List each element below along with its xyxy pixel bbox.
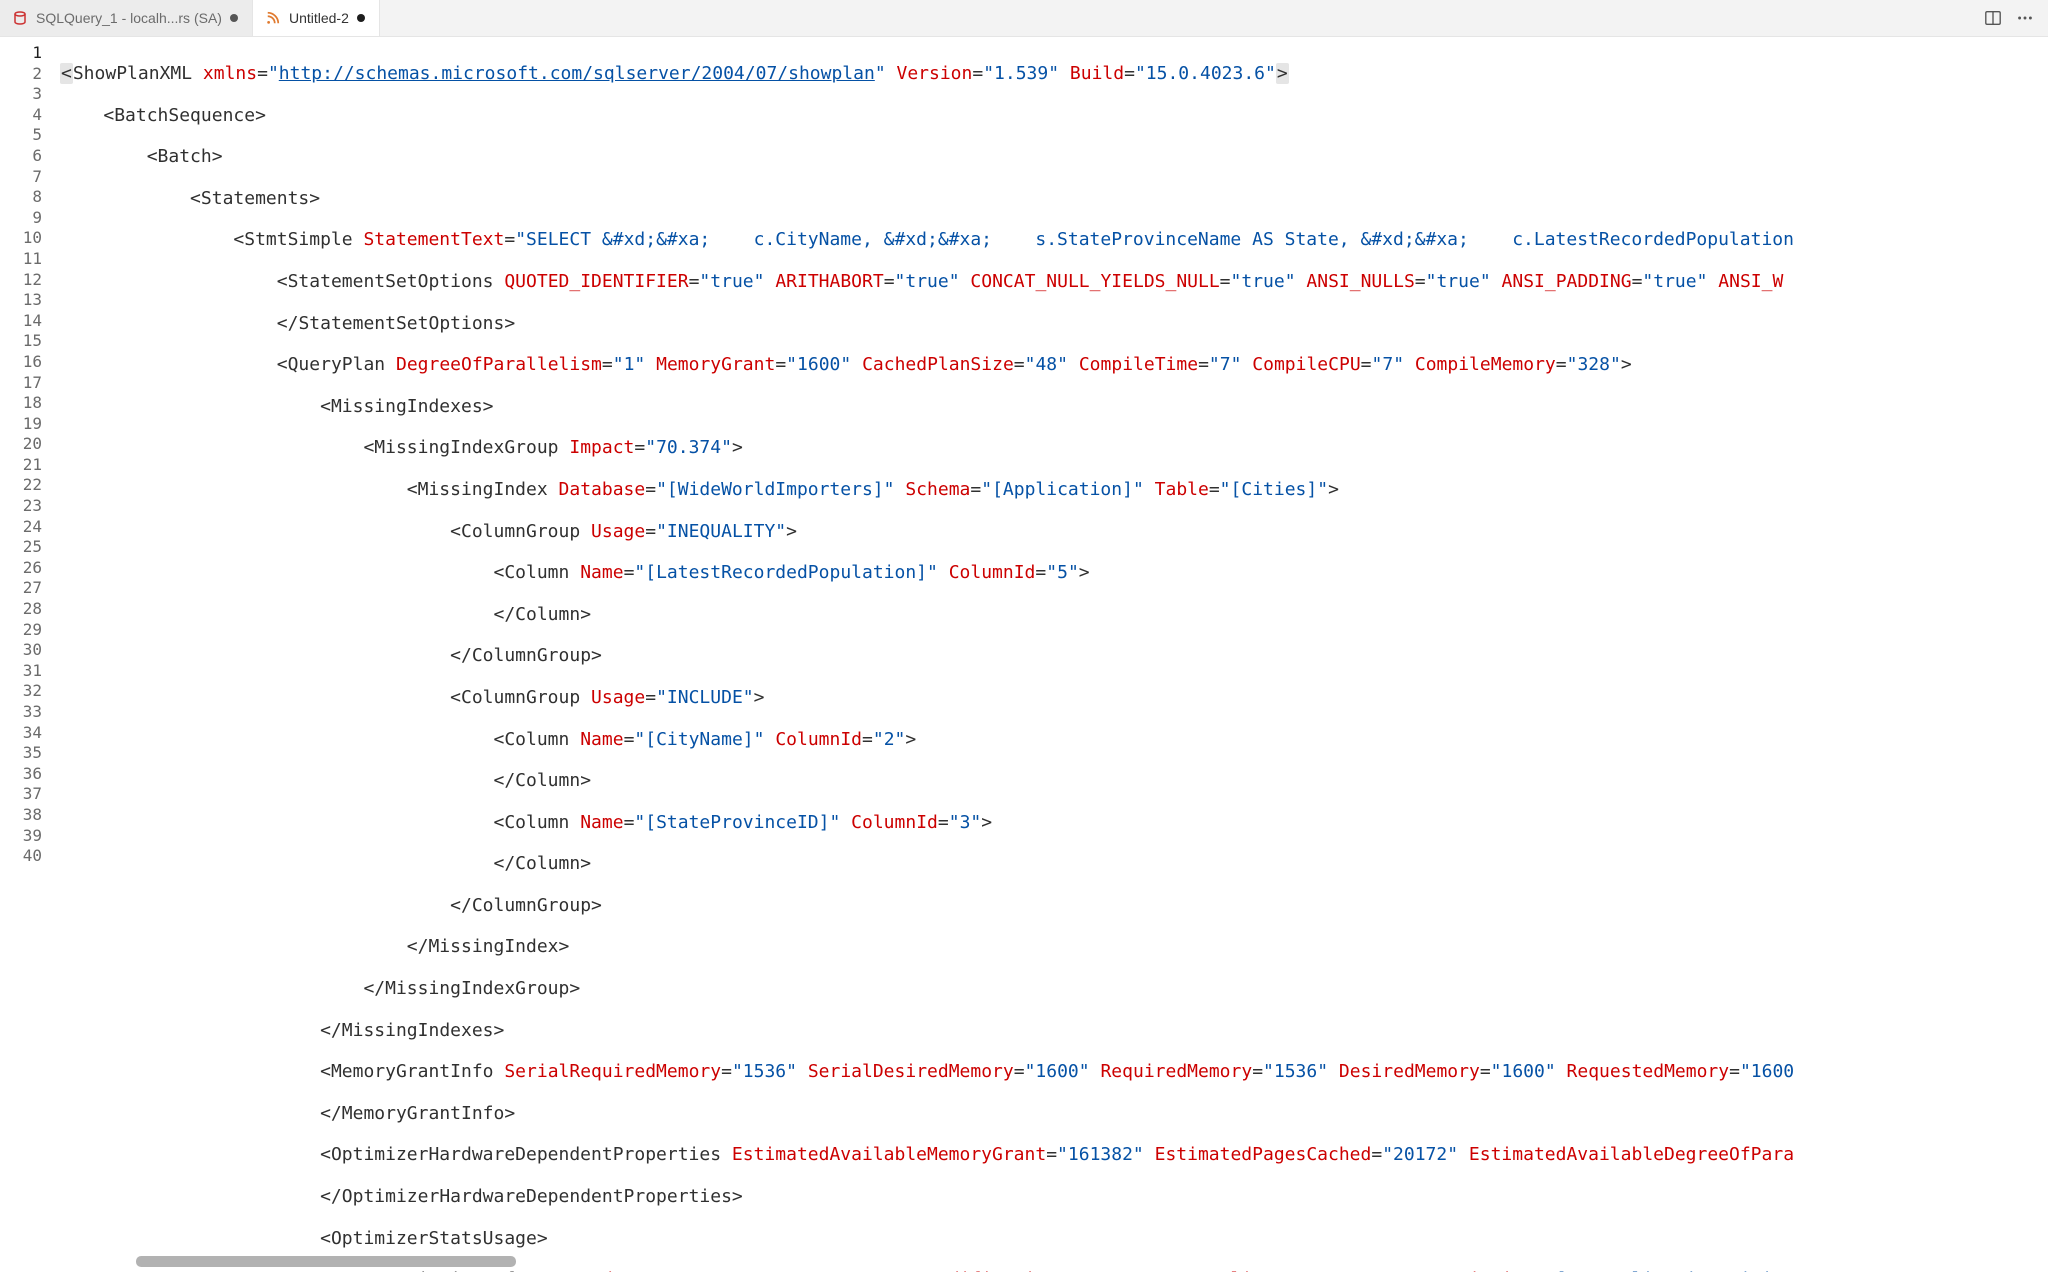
line-number: 24: [0, 517, 60, 538]
line-number: 17: [0, 373, 60, 394]
line-number: 6: [0, 146, 60, 167]
line-number: 19: [0, 414, 60, 435]
tab-sqlquery-1[interactable]: SQLQuery_1 - localh...rs (SA): [0, 0, 253, 36]
dirty-dot-icon: [230, 14, 238, 22]
line-number: 25: [0, 537, 60, 558]
database-icon: [12, 10, 28, 26]
line-number: 31: [0, 661, 60, 682]
line-number: 13: [0, 290, 60, 311]
scroll-thumb[interactable]: [136, 1256, 516, 1267]
code-content[interactable]: <ShowPlanXML xmlns="http://schemas.micro…: [60, 37, 2048, 1272]
rss-icon: [265, 10, 281, 26]
line-number: 35: [0, 743, 60, 764]
line-number: 14: [0, 311, 60, 332]
line-number: 15: [0, 331, 60, 352]
dirty-dot-icon: [357, 14, 365, 22]
line-number: 40: [0, 846, 60, 867]
line-number: 7: [0, 167, 60, 188]
line-number: 1: [0, 43, 60, 64]
line-number: 3: [0, 84, 60, 105]
tab-untitled-2[interactable]: Untitled-2: [253, 0, 380, 36]
line-number: 37: [0, 784, 60, 805]
line-number: 16: [0, 352, 60, 373]
line-number: 29: [0, 620, 60, 641]
line-number: 32: [0, 681, 60, 702]
line-number: 8: [0, 187, 60, 208]
line-number: 9: [0, 208, 60, 229]
tab-label: Untitled-2: [289, 10, 349, 26]
line-number: 4: [0, 105, 60, 126]
line-number: 2: [0, 64, 60, 85]
line-number: 5: [0, 125, 60, 146]
line-number: 10: [0, 228, 60, 249]
split-editor-icon[interactable]: [1984, 9, 2002, 27]
line-number: 12: [0, 270, 60, 291]
line-number: 38: [0, 805, 60, 826]
line-number: 18: [0, 393, 60, 414]
horizontal-scrollbar[interactable]: [120, 1256, 2048, 1267]
line-number: 28: [0, 599, 60, 620]
line-number: 11: [0, 249, 60, 270]
line-number: 21: [0, 455, 60, 476]
line-number: 30: [0, 640, 60, 661]
line-number: 20: [0, 434, 60, 455]
more-actions-icon[interactable]: [2016, 9, 2034, 27]
line-number: 34: [0, 723, 60, 744]
editor-actions: [1984, 0, 2048, 36]
line-number: 27: [0, 578, 60, 599]
line-number: 22: [0, 475, 60, 496]
line-number: 36: [0, 764, 60, 785]
tab-bar: SQLQuery_1 - localh...rs (SA) Untitled-2: [0, 0, 2048, 37]
editor: 1234567891011121314151617181920212223242…: [0, 37, 2048, 1272]
line-number: 33: [0, 702, 60, 723]
line-number-gutter[interactable]: 1234567891011121314151617181920212223242…: [0, 37, 60, 1272]
line-number: 23: [0, 496, 60, 517]
line-number: 26: [0, 558, 60, 579]
line-number: 39: [0, 826, 60, 847]
tab-label: SQLQuery_1 - localh...rs (SA): [36, 10, 222, 26]
